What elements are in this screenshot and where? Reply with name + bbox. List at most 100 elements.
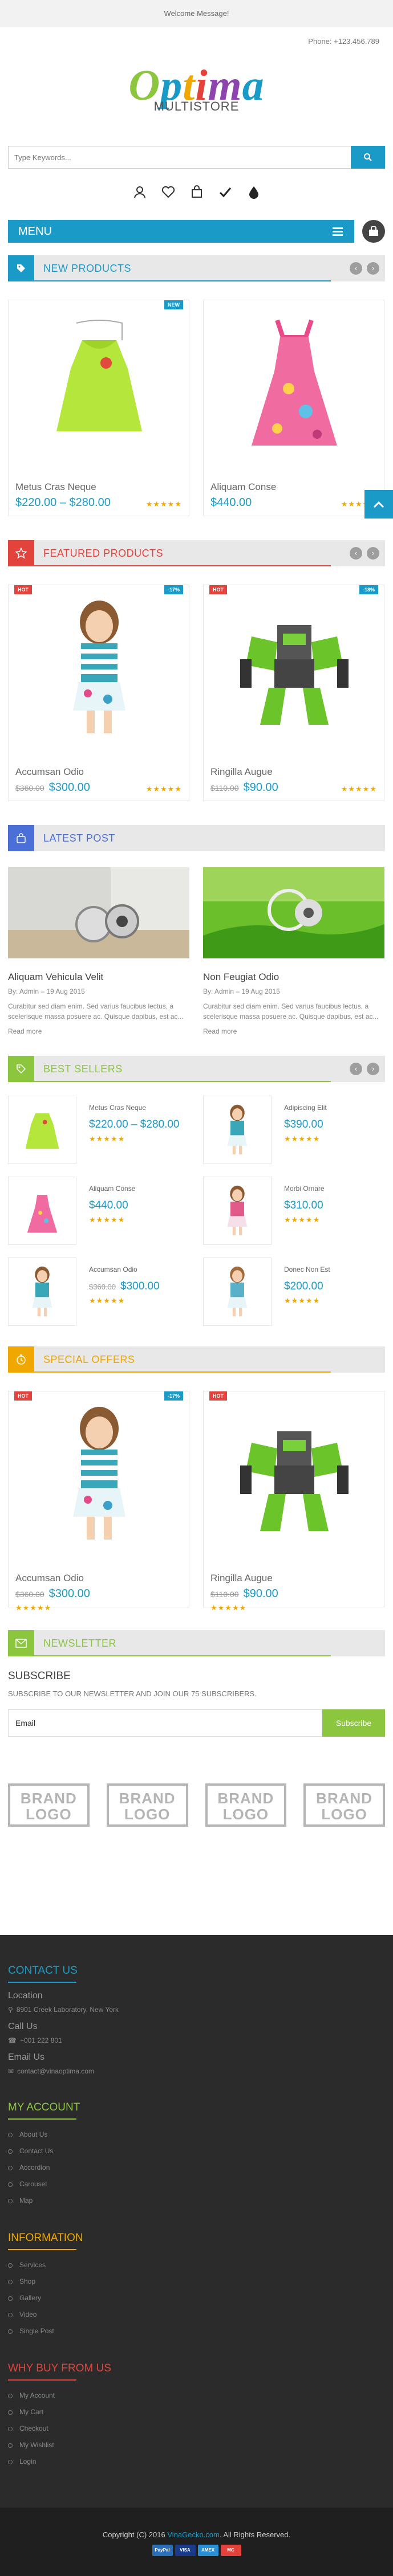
prev-arrow-icon[interactable]: ‹ [350, 1063, 362, 1075]
product-image-robot[interactable] [204, 1391, 385, 1557]
footer-link[interactable]: Shop [8, 2273, 385, 2290]
product-name[interactable]: Metus Cras Neque [89, 1104, 180, 1112]
brand-logo[interactable]: BRAND LOGO [8, 1783, 90, 1827]
logo-letter: i [195, 62, 208, 109]
next-arrow-icon[interactable]: › [367, 1063, 379, 1075]
check-icon[interactable] [217, 184, 233, 200]
thumb-green-dress[interactable] [8, 1096, 76, 1164]
carousel-arrows: ‹ › [350, 547, 379, 560]
footer-link[interactable]: Map [8, 2193, 385, 2209]
prev-arrow-icon[interactable]: ‹ [350, 262, 362, 275]
cart-icon[interactable] [189, 184, 205, 200]
product-name[interactable]: Adipiscing Elit [284, 1104, 327, 1112]
link-label: My Account [19, 2391, 55, 2399]
logo-wordmark: Optima [0, 62, 393, 109]
list-item[interactable]: Aliquam Conse $440.00 ★★★★★ [8, 1177, 189, 1245]
next-arrow-icon[interactable]: › [367, 547, 379, 560]
section-best-sellers: BEST SELLERS ‹ › [8, 1056, 385, 1082]
circle-bullet-icon [8, 2312, 13, 2317]
list-item[interactable]: Adipiscing Elit $390.00 ★★★★★ [203, 1096, 384, 1164]
welcome-message: Welcome Message! [164, 9, 229, 18]
sale-price: $90.00 [243, 781, 278, 794]
mini-cart-button[interactable] [362, 220, 385, 243]
site-logo[interactable]: Optima MULTISTORE [0, 56, 393, 124]
next-arrow-icon[interactable]: › [367, 262, 379, 275]
footer-link[interactable]: Services [8, 2257, 385, 2273]
product-image-girl[interactable] [9, 1391, 190, 1557]
list-item[interactable]: Morbi Ornare $310.00 ★★★★★ [203, 1177, 384, 1245]
post-image-headphones-grass[interactable] [203, 867, 384, 958]
footer-link[interactable]: Contact Us [8, 2143, 385, 2159]
product-card[interactable]: NEW Metus Cras Neque $220.00 – $280.00 ★… [8, 300, 189, 516]
main-menu-toggle[interactable]: MENU [8, 220, 354, 243]
chevron-up-icon [373, 501, 384, 508]
product-name[interactable]: Aliquam Conse [89, 1185, 135, 1193]
brand-logo[interactable]: BRAND LOGO [106, 1783, 188, 1827]
thumb-pink-dress[interactable] [8, 1177, 76, 1245]
list-item[interactable]: Accumsan Odio $360.00 $300.00 ★★★★★ [8, 1258, 189, 1326]
subscribe-button[interactable]: Subscribe [322, 1709, 385, 1737]
phone-text[interactable]: +001 222 801 [20, 2036, 62, 2044]
footer-link[interactable]: Checkout [8, 2420, 385, 2437]
thumb-girl[interactable] [8, 1258, 76, 1326]
copyright-link[interactable]: VinaGecko.com [167, 2530, 220, 2539]
brand-logos: BRAND LOGO BRAND LOGO BRAND LOGO BRAND L… [8, 1783, 385, 1827]
product-image-green-dress[interactable] [9, 300, 190, 466]
product-card[interactable]: HOT -18% Ringilla Augue $110.00 $90.00 ★★… [203, 585, 384, 801]
footer-link[interactable]: My Account [8, 2387, 385, 2404]
product-name[interactable]: Accumsan Odio [15, 766, 84, 778]
post-title[interactable]: Non Feugiat Odio [203, 971, 384, 983]
brand-logo[interactable]: BRAND LOGO [205, 1783, 287, 1827]
footer-link[interactable]: Carousel [8, 2176, 385, 2193]
footer-link[interactable]: Login [8, 2453, 385, 2470]
brand-logo[interactable]: BRAND LOGO [303, 1783, 385, 1827]
product-card[interactable]: HOT -17% Accumsan Odio $360.00 $300.00 ★★… [8, 1391, 190, 1612]
footer-link[interactable]: My Cart [8, 2404, 385, 2420]
scroll-to-top-button[interactable] [364, 490, 393, 519]
user-icon[interactable] [132, 184, 148, 200]
hot-badge: HOT [14, 1391, 32, 1401]
heart-icon[interactable] [160, 184, 176, 200]
product-card[interactable]: Aliquam Conse $440.00 ★★★★★ [203, 300, 384, 516]
product-name[interactable]: Metus Cras Neque [15, 481, 96, 493]
footer-link[interactable]: My Wishlist [8, 2437, 385, 2453]
product-image-girl[interactable] [9, 585, 190, 750]
circle-bullet-icon [8, 2443, 13, 2448]
product-card[interactable]: HOT Ringilla Augue $110.00 $90.00 ★★★★★ [203, 1391, 385, 1612]
read-more-link[interactable]: Read more [203, 1027, 384, 1035]
thumb-girl[interactable] [203, 1258, 272, 1326]
product-name[interactable]: Accumsan Odio [15, 1573, 84, 1584]
product-name[interactable]: Aliquam Conse [210, 481, 276, 493]
product-card[interactable]: HOT -17% Accumsan Odio $360.00 $300.00 ★★… [8, 585, 189, 801]
mastercard-icon: MC [220, 2545, 241, 2556]
email-text[interactable]: contact@vinaoptima.com [17, 2067, 94, 2075]
product-name[interactable]: Accumsan Odio [89, 1265, 160, 1273]
thumb-girl[interactable] [203, 1177, 272, 1245]
search-button[interactable] [351, 146, 385, 169]
thumb-girl[interactable] [203, 1096, 272, 1164]
prev-arrow-icon[interactable]: ‹ [350, 547, 362, 560]
read-more-link[interactable]: Read more [8, 1027, 189, 1035]
product-image-robot[interactable] [204, 585, 385, 750]
link-label: Gallery [19, 2294, 42, 2302]
circle-bullet-icon [8, 2263, 13, 2268]
post-image-headphones-desk[interactable] [8, 867, 189, 958]
footer-link[interactable]: Accordion [8, 2159, 385, 2176]
rating-stars: ★★★★★ [341, 785, 377, 793]
post-title[interactable]: Aliquam Vehicula Velit [8, 971, 189, 983]
search-input[interactable] [8, 146, 351, 169]
list-item[interactable]: Donec Non Est $200.00 ★★★★★ [203, 1258, 384, 1326]
footer-link[interactable]: Gallery [8, 2290, 385, 2306]
email-field[interactable] [8, 1709, 322, 1737]
product-name[interactable]: Ringilla Augue [210, 766, 273, 778]
footer-link[interactable]: Video [8, 2306, 385, 2323]
product-name[interactable]: Ringilla Augue [210, 1573, 273, 1584]
list-item[interactable]: Metus Cras Neque $220.00 – $280.00 ★★★★★ [8, 1096, 189, 1164]
product-name[interactable]: Morbi Ornare [284, 1185, 325, 1193]
footer-link[interactable]: Single Post [8, 2323, 385, 2340]
footer-link[interactable]: About Us [8, 2126, 385, 2143]
product-name[interactable]: Donec Non Est [284, 1265, 330, 1273]
blog-post: Non Feugiat Odio By: Admin – 19 Aug 2015… [203, 867, 384, 1035]
water-drop-icon[interactable] [246, 184, 262, 200]
product-image-pink-dress[interactable] [204, 300, 385, 466]
